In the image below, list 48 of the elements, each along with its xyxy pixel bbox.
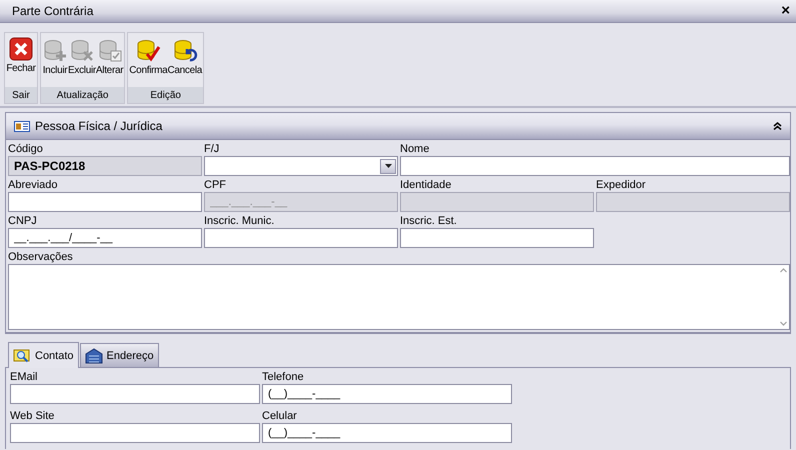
database-delete-icon [68, 37, 95, 63]
toolbar-button[interactable]: Fechar [6, 33, 36, 87]
input-field[interactable] [10, 384, 260, 404]
group-label: Edição [128, 87, 204, 103]
field-label: Identidade [400, 179, 452, 192]
input-field[interactable] [8, 192, 202, 212]
field-label: Observações [8, 251, 74, 264]
collapse-icon[interactable] [773, 122, 782, 130]
field-label: Web Site [10, 410, 56, 423]
id-card-icon [14, 120, 30, 132]
tab[interactable]: Endereço [80, 343, 159, 367]
field-label: EMail [10, 371, 39, 384]
field-label: Celular [262, 410, 298, 423]
input-field[interactable] [400, 228, 594, 248]
database-check-icon [96, 37, 123, 63]
close-button[interactable]: × [781, 4, 790, 18]
database-undo-icon [172, 37, 198, 63]
input-field[interactable]: __.___.___/____-__ [8, 228, 202, 248]
input-field[interactable]: (__)____-____ [262, 384, 512, 404]
database-check-icon [135, 37, 162, 63]
text-area[interactable] [8, 264, 790, 330]
field-label: Expedidor [596, 179, 647, 192]
close-icon [9, 37, 33, 61]
field-label: CPF [204, 179, 227, 192]
input-field[interactable] [400, 156, 790, 176]
field-label: Telefone [262, 371, 305, 384]
field-label: Inscric. Munic. [204, 215, 276, 228]
group-label: Sair [5, 87, 37, 103]
toolbar-button[interactable]: Confirma [129, 33, 168, 87]
field-label: Nome [400, 143, 430, 156]
field-label: F/J [204, 143, 220, 156]
section-title: Pessoa Física / Jurídica [35, 119, 162, 133]
window-title: Parte Contrária [12, 4, 94, 18]
input-field[interactable]: (__)____-____ [262, 423, 512, 443]
field-label: Código [8, 143, 44, 156]
tab[interactable]: Contato [8, 342, 79, 368]
input-field[interactable] [204, 228, 398, 248]
scrollbar[interactable] [779, 266, 788, 328]
card-search-icon [13, 348, 31, 364]
building-icon [84, 348, 103, 364]
group-label: Atualização [41, 87, 124, 103]
field-label: Abreviado [8, 179, 59, 192]
dropdown-field[interactable] [204, 156, 398, 176]
caret-icon [384, 164, 392, 168]
field-label: Inscric. Est. [400, 215, 458, 228]
toolbar-button[interactable]: Cancela [167, 33, 202, 87]
input-field[interactable] [10, 423, 260, 443]
field-label: CNPJ [8, 215, 38, 228]
